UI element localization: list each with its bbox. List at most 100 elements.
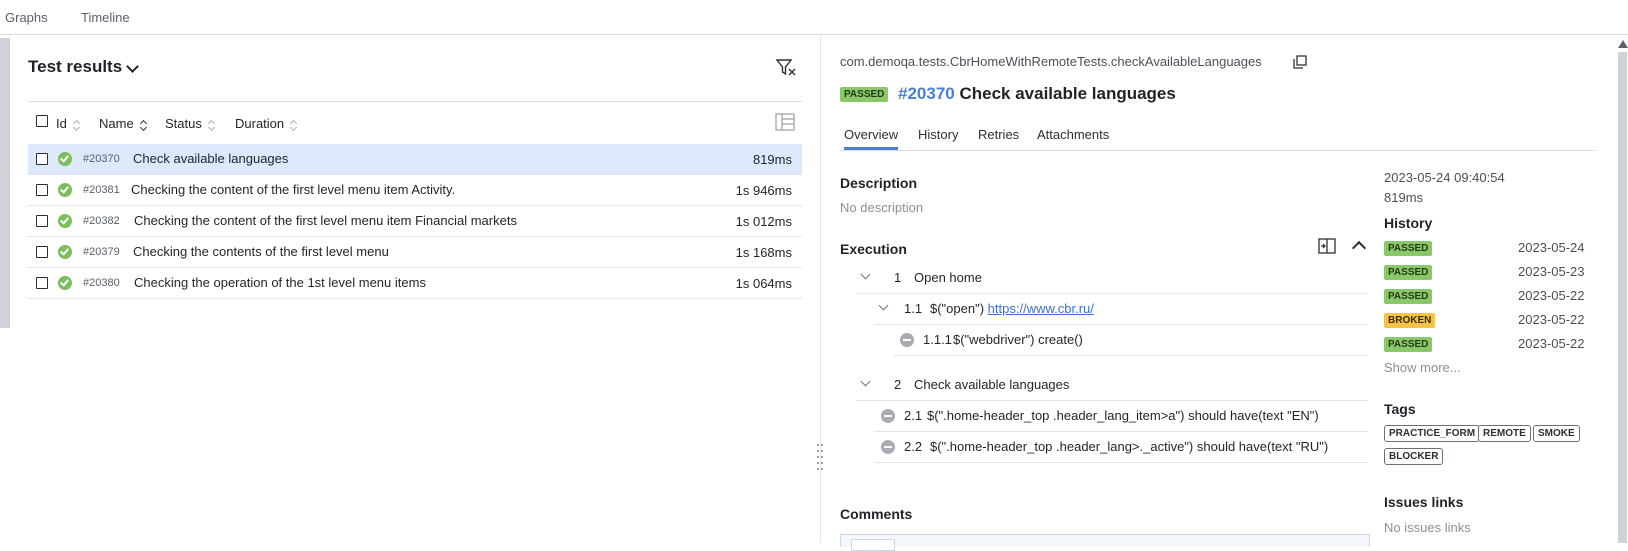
tags-heading: Tags — [1384, 401, 1416, 417]
issues-text: No issues links — [1384, 520, 1471, 535]
column-name[interactable]: Name — [99, 116, 148, 131]
status-badge[interactable]: PASSED — [1384, 337, 1433, 352]
test-title: #20370 Check available languages — [898, 84, 1176, 104]
table-row[interactable]: #20370 Check available languages 819ms — [28, 144, 802, 175]
status-badge[interactable]: PASSED — [1384, 289, 1433, 304]
right-scrollbar[interactable] — [1617, 36, 1628, 543]
passed-status-icon — [58, 245, 72, 259]
comment-toolbar — [851, 539, 895, 551]
chevron-up-icon[interactable] — [1351, 240, 1367, 256]
step-text: $("open") https://www.cbr.ru/ — [930, 301, 1094, 316]
left-scrollbar[interactable] — [0, 38, 10, 328]
history-date: 2023-05-22 — [1518, 336, 1585, 351]
test-name: Check available languages — [959, 84, 1176, 103]
passed-status-icon — [58, 214, 72, 228]
row-duration: 1s 946ms — [735, 183, 792, 198]
history-date: 2023-05-22 — [1518, 312, 1585, 327]
column-status[interactable]: Status — [165, 116, 216, 131]
step-text: $("webdriver") create() — [953, 332, 1083, 347]
row-name: Checking the content of the first level … — [131, 182, 456, 197]
row-checkbox[interactable] — [36, 246, 48, 258]
copy-icon[interactable] — [1293, 55, 1307, 69]
step-row[interactable]: 1.1 $("open") https://www.cbr.ru/ — [874, 294, 1368, 325]
tab-timeline[interactable]: Timeline — [81, 10, 130, 25]
chevron-down-icon — [860, 269, 871, 280]
tag[interactable]: BLOCKER — [1384, 448, 1444, 465]
row-duration: 1s 064ms — [735, 276, 792, 291]
step-row[interactable]: 2 Check available languages — [856, 370, 1368, 401]
table-row[interactable]: #20382 Checking the content of the first… — [28, 206, 802, 237]
test-duration: 819ms — [1384, 190, 1424, 205]
columns-settings-icon[interactable] — [775, 113, 795, 131]
tag[interactable]: SMOKE — [1533, 425, 1580, 442]
passed-status-icon — [58, 152, 72, 166]
column-id[interactable]: Id — [56, 116, 81, 131]
tab-retries[interactable]: Retries — [978, 127, 1019, 142]
tag[interactable]: REMOTE — [1478, 425, 1531, 442]
tag[interactable]: PRACTICE_FORM — [1384, 425, 1481, 442]
step-text: $(".home-header_top .header_lang>._activ… — [930, 439, 1329, 454]
comment-input[interactable] — [840, 534, 1370, 551]
detail-tabs: Overview History Retries Attachments — [840, 122, 1595, 151]
step-number: 2.2 — [904, 439, 923, 454]
step-row[interactable]: 1 Open home — [856, 263, 1368, 294]
sort-icon — [140, 119, 148, 131]
row-checkbox[interactable] — [36, 184, 48, 196]
filter-clear-icon[interactable] — [775, 58, 797, 78]
test-id: #20370 — [898, 84, 955, 103]
skipped-status-icon — [881, 440, 895, 454]
select-all-checkbox[interactable] — [36, 115, 48, 127]
step-number: 1 — [894, 270, 902, 285]
history-date: 2023-05-22 — [1518, 288, 1585, 303]
step-row[interactable]: 2.2 $(".home-header_top .header_lang>._a… — [874, 432, 1368, 463]
step-row[interactable]: 2.1 $(".home-header_top .header_lang_ite… — [874, 401, 1368, 432]
tab-attachments[interactable]: Attachments — [1037, 127, 1109, 142]
scrollbar-thumb[interactable] — [1618, 52, 1627, 543]
description-text: No description — [840, 200, 924, 215]
resize-handle-icon[interactable] — [816, 442, 825, 482]
chevron-down-icon — [878, 300, 889, 311]
comments-heading: Comments — [840, 506, 913, 522]
passed-status-icon — [58, 276, 72, 290]
row-checkbox[interactable] — [36, 153, 48, 165]
sort-icon — [73, 119, 81, 131]
panel-title: Test results — [28, 57, 123, 76]
issues-heading: Issues links — [1384, 494, 1464, 510]
step-text: Open home — [914, 270, 982, 285]
row-name: Check available languages — [133, 151, 289, 166]
row-id: #20379 — [83, 246, 120, 258]
tab-history[interactable]: History — [918, 127, 958, 142]
row-id: #20380 — [83, 277, 120, 289]
scroll-up-icon[interactable] — [1618, 40, 1628, 48]
tab-graphs[interactable]: Graphs — [5, 10, 48, 25]
step-number: 2 — [894, 377, 902, 392]
history-heading: History — [1384, 215, 1433, 231]
expand-steps-icon[interactable] — [1318, 238, 1336, 254]
chevron-down-icon[interactable] — [126, 60, 139, 73]
row-name: Checking the operation of the 1st level … — [134, 275, 426, 290]
column-duration[interactable]: Duration — [235, 116, 298, 131]
row-duration: 1s 168ms — [735, 245, 792, 260]
tab-overview[interactable]: Overview — [844, 127, 899, 150]
status-badge[interactable]: PASSED — [1384, 265, 1433, 280]
step-row[interactable]: 1.1.1 $("webdriver") create() — [893, 325, 1368, 356]
step-text: Check available languages — [914, 377, 1070, 392]
status-badge[interactable]: PASSED — [1384, 241, 1433, 256]
step-link[interactable]: https://www.cbr.ru/ — [988, 301, 1094, 316]
step-text: $(".home-header_top .header_lang_item>a"… — [927, 408, 1319, 423]
status-badge[interactable]: BROKEN — [1384, 313, 1436, 328]
row-id: #20370 — [83, 153, 120, 165]
row-checkbox[interactable] — [36, 277, 48, 289]
row-checkbox[interactable] — [36, 215, 48, 227]
step-number: 2.1 — [904, 408, 923, 423]
table-row[interactable]: #20380 Checking the operation of the 1st… — [28, 268, 802, 299]
status-badge: PASSED — [840, 87, 889, 102]
test-timestamp: 2023-05-24 09:40:54 — [1384, 170, 1505, 185]
history-date: 2023-05-24 — [1518, 240, 1585, 255]
sort-icon — [290, 119, 298, 131]
table-row[interactable]: #20379 Checking the contents of the firs… — [28, 237, 802, 268]
table-row[interactable]: #20381 Checking the content of the first… — [28, 175, 802, 206]
step-number: 1.1.1 — [923, 332, 952, 347]
row-duration: 1s 012ms — [735, 214, 792, 229]
show-more-link[interactable]: Show more... — [1384, 360, 1461, 375]
